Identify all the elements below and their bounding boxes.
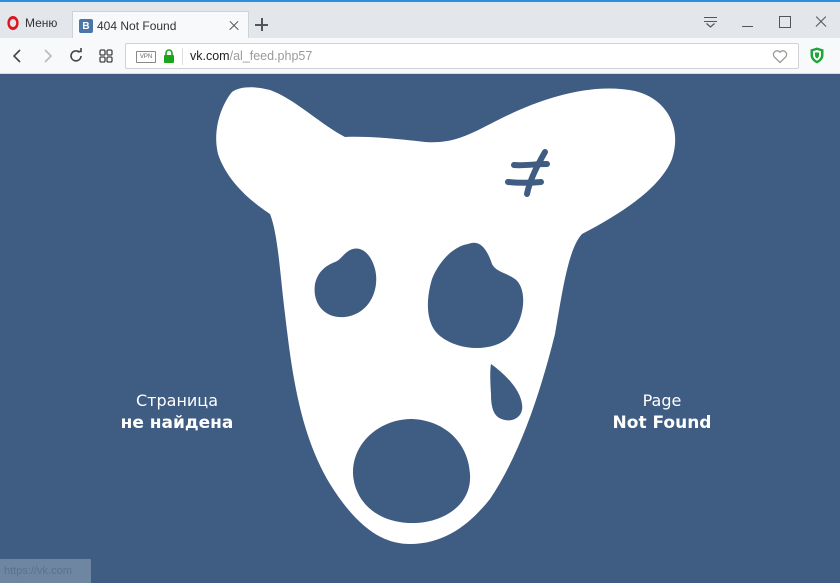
sad-dog-illustration — [216, 87, 676, 544]
adblock-shield-icon[interactable] — [810, 47, 824, 64]
address-bar[interactable]: VPN vk.com/al_feed.php57 — [125, 43, 799, 69]
close-window-button[interactable] — [813, 14, 829, 30]
message-ru-line1: Страница — [135, 391, 218, 410]
message-en-line1: Page — [642, 391, 682, 410]
reload-button[interactable] — [67, 47, 85, 65]
navigation-toolbar: VPN vk.com/al_feed.php57 — [0, 38, 840, 74]
opera-logo-icon — [7, 16, 19, 30]
tab-active[interactable]: В 404 Not Found — [72, 11, 249, 40]
not-found-message-en: Page Not Found — [582, 390, 742, 434]
tab-menu-icon-line — [704, 17, 717, 19]
url-text[interactable]: vk.com/al_feed.php57 — [190, 49, 312, 63]
tab-title: 404 Not Found — [97, 19, 177, 33]
message-ru-line2: не найдена — [120, 413, 234, 433]
url-host: vk.com — [190, 49, 230, 63]
bookmark-heart-icon[interactable] — [772, 49, 788, 64]
chevron-down-icon — [706, 23, 715, 28]
lock-icon[interactable] — [163, 49, 175, 63]
minimize-button[interactable] — [739, 14, 755, 30]
message-en-line2: Not Found — [612, 413, 712, 433]
close-tab-icon[interactable] — [226, 18, 242, 34]
not-found-message-ru: Страница не найдена — [97, 390, 257, 434]
tab-bar: Меню В 404 Not Found — [0, 2, 840, 40]
vpn-badge[interactable]: VPN — [136, 51, 156, 63]
back-button[interactable] — [9, 47, 27, 65]
vk-favicon-icon: В — [79, 19, 93, 33]
maximize-button[interactable] — [776, 14, 792, 30]
tab-menu-button[interactable] — [702, 14, 718, 30]
new-tab-button[interactable] — [254, 17, 270, 33]
forward-button[interactable] — [38, 47, 56, 65]
address-separator — [182, 48, 183, 65]
status-bar-url: https://vk.com — [0, 559, 91, 583]
error-page: Страница не найдена Page Not Found — [0, 74, 840, 583]
opera-menu-button[interactable]: Меню — [6, 12, 57, 34]
url-path: /al_feed.php57 — [229, 49, 313, 63]
menu-label: Меню — [25, 16, 58, 30]
speed-dial-button[interactable] — [97, 47, 115, 65]
